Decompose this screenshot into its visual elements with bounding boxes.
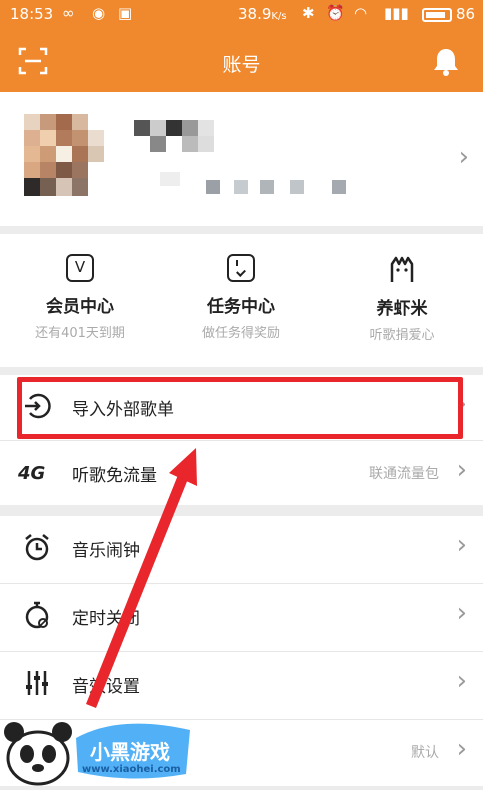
vip-icon: V [66, 254, 94, 282]
speed-unit: K/s [271, 11, 287, 22]
task-center-label: 任务中心 [207, 297, 275, 317]
avatar-pixel [88, 146, 104, 162]
chevron-right-icon: › [456, 530, 467, 560]
vip-center[interactable]: V 会员中心 还有401天到期 [0, 254, 160, 341]
network-speed: 38.9K/s [238, 5, 287, 23]
avatar-pixel [40, 114, 56, 130]
avatar-pixel [56, 162, 72, 178]
timer-icon [25, 601, 49, 629]
shrimp-icon [390, 256, 414, 282]
free-data-row[interactable]: 4G 听歌免流量 联通流量包 › [0, 441, 483, 505]
unicom-data-pack: 联通流量包 [369, 466, 439, 482]
raise-shrimp[interactable]: 养虾米 听歌捐爱心 [322, 254, 482, 343]
avatar-pixel [72, 114, 88, 130]
avatar[interactable] [24, 114, 104, 198]
avatar-pixel [24, 146, 40, 162]
avatar-pixel [24, 130, 40, 146]
chevron-right-icon: › [456, 666, 467, 696]
name-pixel [150, 136, 166, 152]
4g-icon: 4G [18, 463, 46, 484]
avatar-pixel [40, 178, 56, 196]
profile-card[interactable]: › [0, 92, 483, 226]
music-alarm-label: 音乐闹钟 [72, 541, 140, 561]
avatar-pixel [40, 162, 56, 178]
raise-shrimp-label: 养虾米 [376, 299, 428, 319]
signal-icon: ▮▮▮ [384, 4, 409, 22]
watermark-site: www.xiaohei.com [82, 764, 181, 775]
avatar-pixel [40, 146, 56, 162]
info-pixel [160, 172, 180, 186]
avatar-pixel [40, 130, 56, 146]
info-pixel [332, 180, 346, 194]
app-header: 账号 [0, 30, 483, 92]
infinity-icon: ∞ [62, 4, 75, 22]
chevron-right-icon: › [456, 455, 467, 485]
bell-icon[interactable] [432, 46, 460, 76]
alarm-status-icon: ⏰ [326, 4, 345, 22]
avatar-pixel [24, 114, 40, 130]
music-alarm-row[interactable]: 音乐闹钟 › [0, 516, 483, 583]
username [134, 120, 244, 156]
wifi-icon: ◠ [354, 4, 368, 22]
default-value: 默认 [411, 745, 439, 761]
bluetooth-icon: ✱ [302, 4, 315, 22]
free-data-label: 听歌免流量 [72, 466, 157, 486]
avatar-pixel [56, 130, 72, 146]
info-pixel [290, 180, 304, 194]
info-pixel [206, 180, 220, 194]
battery-percent: 86 [456, 5, 476, 23]
battery-icon [422, 8, 452, 22]
user-info [160, 172, 350, 194]
name-pixel [198, 120, 214, 136]
info-pixel [234, 180, 248, 194]
sound-settings-label: 音效设置 [72, 677, 140, 697]
status-time: 18:53 [10, 5, 54, 23]
avatar-pixel [88, 130, 104, 146]
task-icon [227, 254, 255, 282]
avatar-pixel [72, 178, 88, 196]
name-pixel [182, 120, 198, 136]
watermark-logo: 小黑游戏 www.xiaohei.com [0, 708, 200, 786]
name-pixel [182, 136, 198, 152]
message-icon: ◉ [92, 4, 106, 22]
vip-center-label: 会员中心 [46, 297, 114, 317]
speed-value: 38.9 [238, 5, 272, 23]
image-icon: ▣ [118, 4, 133, 22]
chevron-right-icon: › [458, 142, 469, 172]
chevron-right-icon: › [456, 734, 467, 764]
watermark-brand: 小黑游戏 [90, 740, 170, 764]
sleep-timer-label: 定时关闭 [72, 609, 140, 629]
battery-fill [426, 12, 445, 18]
name-pixel [134, 120, 150, 136]
raise-shrimp-sub: 听歌捐爱心 [369, 328, 435, 343]
name-pixel [198, 136, 214, 152]
vip-center-sub: 还有401天到期 [35, 326, 125, 341]
avatar-pixel [24, 162, 40, 178]
avatar-pixel [56, 114, 72, 130]
name-pixel [150, 120, 166, 136]
task-center-sub: 做任务得奖励 [201, 326, 280, 341]
avatar-pixel [56, 146, 72, 162]
avatar-pixel [72, 130, 88, 146]
sleep-timer-row[interactable]: 定时关闭 › [0, 584, 483, 651]
task-center[interactable]: 任务中心 做任务得奖励 [161, 254, 321, 341]
avatar-pixel [56, 178, 72, 196]
highlight-box [17, 377, 463, 439]
page-title: 账号 [222, 54, 261, 76]
avatar-pixel [24, 178, 40, 196]
name-pixel [166, 120, 182, 136]
avatar-pixel [72, 162, 88, 178]
alarm-clock-icon [25, 534, 49, 561]
chevron-right-icon: › [456, 598, 467, 628]
equalizer-icon [26, 671, 48, 695]
status-bar: 18:53 ∞ ◉ ▣ 38.9K/s ✱ ⏰ ◠ ▮▮▮ 86 [0, 0, 483, 30]
info-pixel [260, 180, 274, 194]
quick-actions: V 会员中心 还有401天到期 任务中心 做任务得奖励 养虾米 听歌捐爱心 [0, 234, 483, 367]
avatar-pixel [72, 146, 88, 162]
